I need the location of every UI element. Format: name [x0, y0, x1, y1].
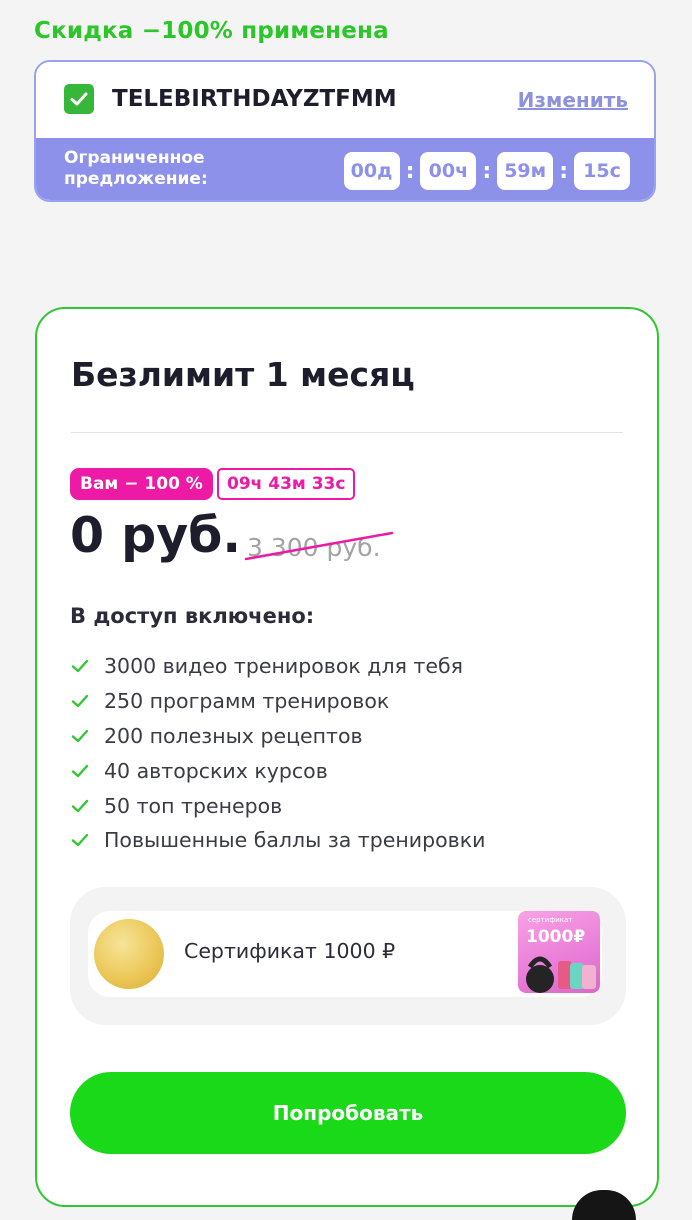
limited-offer-label: Ограниченное предложение:	[64, 148, 208, 189]
timer-separator: :	[405, 158, 415, 184]
feature-label: 50 топ тренеров	[104, 793, 283, 818]
offer-timer-badge: 09ч 43м 33с	[217, 468, 356, 500]
countdown-timer: 00д : 00ч : 59м : 15с	[343, 152, 630, 190]
timer-separator: :	[559, 158, 568, 184]
current-price: 0 руб.	[70, 507, 241, 564]
divider	[71, 432, 623, 433]
feature-item: 200 полезных рецептов	[70, 719, 485, 754]
certificate-image: сертификат 1000₽	[518, 911, 600, 993]
check-icon	[70, 796, 90, 816]
fitness-gear-icon	[526, 956, 596, 993]
check-icon	[70, 830, 90, 850]
check-icon	[70, 761, 90, 781]
strikethrough-line	[244, 531, 394, 561]
includes-title: В доступ включено:	[70, 604, 315, 628]
feature-item: 40 авторских курсов	[70, 753, 485, 788]
check-icon	[70, 726, 90, 746]
feature-item: 3000 видео тренировок для тебя	[70, 649, 485, 684]
feature-label: 40 авторских курсов	[104, 758, 328, 783]
check-icon	[70, 691, 90, 711]
timer-separator: :	[482, 158, 492, 184]
promo-code-text: TELEBIRTHDAYZTFMM	[112, 86, 397, 112]
feature-label: 200 полезных рецептов	[104, 723, 363, 748]
feature-item: Повышенные баллы за тренировки	[70, 823, 485, 858]
certificate-block: Сертификат 1000 ₽ сертификат 1000₽	[70, 887, 626, 1025]
feature-label: 250 программ тренировок	[104, 689, 390, 714]
limited-offer-bar: Ограниченное предложение: 00д : 00ч : 59…	[36, 138, 654, 200]
feature-label: Повышенные баллы за тренировки	[104, 828, 486, 853]
promo-code-row: TELEBIRTHDAYZTFMM Изменить	[36, 62, 654, 138]
certificate-label: Сертификат 1000 ₽	[184, 939, 396, 963]
plan-title: Безлимит 1 месяц	[71, 355, 415, 394]
change-promo-link[interactable]: Изменить	[518, 88, 628, 112]
certificate-card: Сертификат 1000 ₽ сертификат 1000₽	[88, 911, 602, 997]
check-mark-icon	[64, 84, 94, 114]
feature-label: 3000 видео тренировок для тебя	[104, 654, 463, 679]
gold-coin-icon	[94, 919, 164, 989]
promo-code-card: TELEBIRTHDAYZTFMM Изменить Ограниченное …	[34, 60, 656, 202]
try-button[interactable]: Попробовать	[70, 1072, 626, 1154]
plan-card: Безлимит 1 месяц Вам − 100 % 09ч 43м 33с…	[35, 307, 659, 1207]
timer-seconds: 15с	[574, 152, 630, 190]
timer-hours: 00ч	[420, 152, 477, 190]
check-icon	[70, 656, 90, 676]
discount-applied-title: Скидка −100% применена	[34, 18, 389, 44]
features-list: 3000 видео тренировок для тебя 250 прогр…	[70, 649, 485, 858]
timer-days: 00д	[343, 152, 400, 190]
discount-badge: Вам − 100 %	[70, 468, 213, 500]
feature-item: 250 программ тренировок	[70, 684, 485, 719]
feature-item: 50 топ тренеров	[70, 788, 485, 823]
timer-minutes: 59м	[497, 152, 554, 190]
